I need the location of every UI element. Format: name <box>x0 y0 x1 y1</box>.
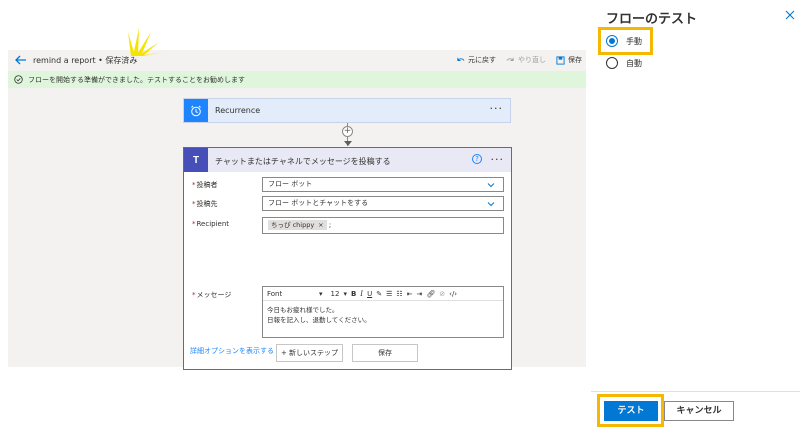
redo-button[interactable]: やり直し <box>506 55 546 65</box>
save-button[interactable]: 保存 <box>352 344 418 362</box>
bold-icon[interactable]: B <box>351 290 356 298</box>
chevron-down-icon <box>487 202 495 207</box>
test-button[interactable]: テスト <box>604 401 658 421</box>
trigger-label: Recurrence <box>215 106 261 115</box>
radio-selected-icon[interactable] <box>606 35 618 47</box>
bullet-list-icon[interactable]: ☰ <box>386 290 392 298</box>
recipient-input[interactable]: ちっぴ chippy × ; <box>262 217 504 234</box>
chevron-down-icon <box>487 183 495 188</box>
radio-label-automatic: 自動 <box>626 58 642 68</box>
undo-button[interactable]: 元に戻す <box>456 55 496 65</box>
editor-content[interactable]: 今日もお疲れ様でした。 日報を記入し、退勤してください。 <box>263 301 503 329</box>
field-label-post-in: *投稿先 <box>192 200 218 208</box>
connector-arrow-icon <box>344 141 352 146</box>
back-arrow-icon[interactable] <box>14 53 28 67</box>
field-label-message: *メッセージ <box>192 291 232 299</box>
post-in-dropdown[interactable]: フロー ボットとチャットをする <box>262 196 504 211</box>
save-header-label: 保存 <box>568 56 582 64</box>
designer-header: remind a report • 保存済み 元に戻す やり直し 保存 <box>8 50 586 70</box>
action-more-icon[interactable]: ··· <box>491 153 505 166</box>
panel-title: フローのテスト <box>606 12 698 27</box>
message-line-1: 今日もお疲れ様でした。 <box>267 306 339 314</box>
message-line-2: 日報を記入し、退勤してください。 <box>267 316 371 324</box>
action-title: チャットまたはチャネルでメッセージを投稿する <box>215 157 391 166</box>
recipient-separator: ; <box>328 221 332 229</box>
numbered-list-icon[interactable]: ☷ <box>396 290 402 298</box>
link-icon[interactable]: 🔗︎ <box>426 290 435 298</box>
italic-icon[interactable]: I <box>360 290 363 298</box>
outdent-icon[interactable]: ⇤ <box>407 290 413 298</box>
post-in-value: フロー ボットとチャットをする <box>268 199 369 207</box>
save-header-button[interactable]: 保存 <box>556 55 582 65</box>
font-size-chevron-icon[interactable]: ▾ <box>343 290 347 298</box>
highlight-pen-icon[interactable]: ✎ <box>376 290 382 298</box>
action-card-header[interactable]: T チャットまたはチャネルでメッセージを投稿する ? ··· <box>184 148 511 172</box>
underline-icon[interactable]: U <box>367 290 372 298</box>
font-size-select[interactable]: 12 <box>331 290 340 298</box>
alarm-clock-icon <box>184 99 208 122</box>
save-disk-icon <box>556 55 565 65</box>
check-circle-icon <box>14 75 23 84</box>
redo-icon <box>506 57 514 61</box>
radio-option-automatic[interactable]: 自動 <box>606 57 642 69</box>
font-select[interactable]: Font <box>267 290 315 298</box>
flow-title: remind a report • 保存済み <box>33 56 138 65</box>
redo-label: やり直し <box>518 56 546 64</box>
ready-info-bar: フローを開始する準備ができました。テストすることをお勧めします <box>8 71 586 88</box>
new-step-button[interactable]: + 新しいステップ <box>276 344 343 362</box>
tag-remove-icon[interactable]: × <box>318 221 323 229</box>
indent-icon[interactable]: ⇥ <box>417 290 423 298</box>
radio-label-manual: 手動 <box>626 36 642 46</box>
message-rich-editor[interactable]: Font ▾ 12 ▾ B I U ✎ ☰ ☷ ⇤ ⇥ 🔗︎ ⊘ ‹/› 今日も… <box>262 286 504 338</box>
field-label-recipient: *Recipient <box>192 220 230 228</box>
info-message: フローを開始する準備ができました。テストすることをお勧めします <box>28 75 245 84</box>
header-actions: 元に戻す やり直し 保存 <box>456 55 582 65</box>
poster-dropdown[interactable]: フロー ボット <box>262 177 504 192</box>
field-label-poster: *投稿者 <box>192 181 218 189</box>
trigger-more-icon[interactable]: ··· <box>490 102 504 115</box>
close-icon[interactable] <box>785 10 795 20</box>
flow-designer-canvas: remind a report • 保存済み 元に戻す やり直し 保存 フローを… <box>8 50 586 370</box>
unlink-icon[interactable]: ⊘ <box>439 290 445 298</box>
teams-action-card: T チャットまたはチャネルでメッセージを投稿する ? ··· *投稿者 フロー … <box>183 147 512 370</box>
undo-label: 元に戻す <box>468 56 496 64</box>
radio-unselected-icon[interactable] <box>606 57 618 69</box>
cancel-button[interactable]: キャンセル <box>664 401 734 421</box>
teams-icon: T <box>184 148 208 172</box>
radio-option-manual[interactable]: 手動 <box>606 35 642 47</box>
show-advanced-options-link[interactable]: 詳細オプションを表示する <box>190 346 287 356</box>
help-icon[interactable]: ? <box>472 154 482 164</box>
code-view-icon[interactable]: ‹/› <box>449 290 457 298</box>
recurrence-trigger-card[interactable]: Recurrence ··· <box>183 98 511 123</box>
editor-toolbar: Font ▾ 12 ▾ B I U ✎ ☰ ☷ ⇤ ⇥ 🔗︎ ⊘ ‹/› <box>263 287 503 301</box>
spark-burst-icon <box>128 28 163 56</box>
panel-footer-divider <box>591 391 800 392</box>
recipient-tag: ちっぴ chippy × <box>268 220 327 230</box>
font-select-chevron-icon[interactable]: ▾ <box>319 290 323 298</box>
insert-step-icon[interactable]: + <box>342 126 353 137</box>
undo-icon <box>457 57 465 61</box>
poster-value: フロー ボット <box>268 180 313 188</box>
